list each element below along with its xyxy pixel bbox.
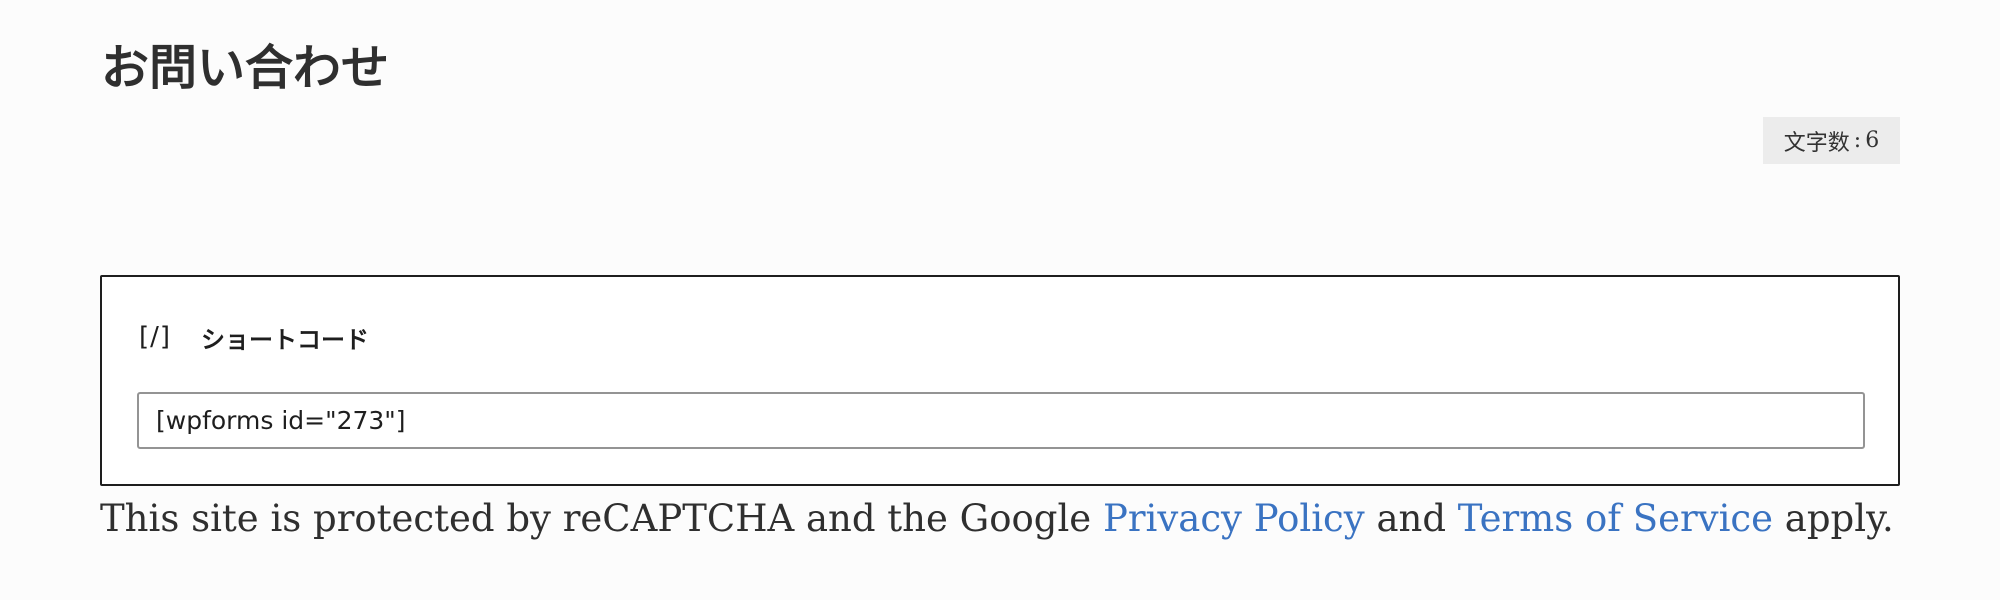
shortcode-block-header: [/] ショートコード	[139, 317, 369, 357]
character-count-label: 文字数	[1783, 130, 1850, 156]
privacy-policy-link[interactable]: Privacy Policy	[1103, 497, 1365, 540]
shortcode-block[interactable]: [/] ショートコード	[100, 275, 1900, 486]
character-count-separator: :	[1853, 128, 1862, 153]
recaptcha-notice-suffix: apply.	[1773, 497, 1894, 540]
shortcode-input[interactable]	[137, 392, 1865, 449]
recaptcha-notice-prefix: This site is protected by reCAPTCHA and …	[100, 497, 1103, 540]
recaptcha-notice: This site is protected by reCAPTCHA and …	[100, 492, 1894, 546]
character-count-value: 6	[1865, 128, 1880, 153]
page-title[interactable]: お問い合わせ	[101, 36, 389, 100]
recaptcha-notice-and: and	[1364, 497, 1458, 540]
character-count-badge: 文字数 : 6	[1763, 117, 1900, 164]
terms-of-service-link[interactable]: Terms of Service	[1458, 497, 1773, 540]
shortcode-block-label: ショートコード	[201, 325, 369, 354]
shortcode-icon: [/]	[139, 322, 172, 352]
